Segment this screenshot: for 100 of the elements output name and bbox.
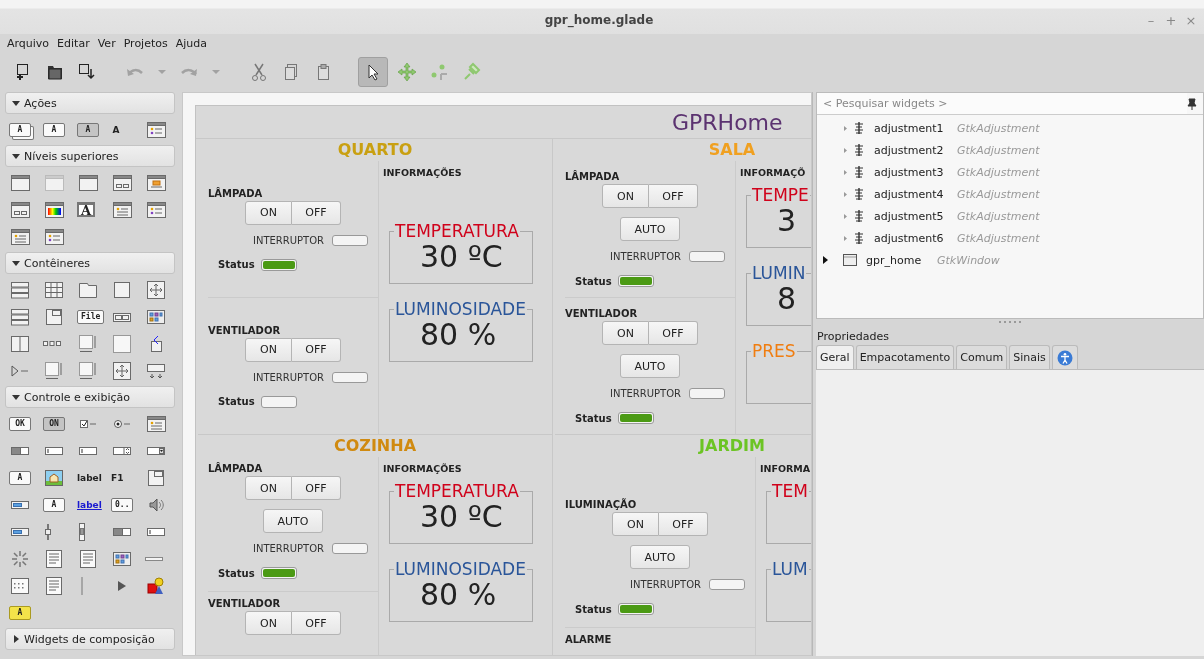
toggle-button[interactable]: ON bbox=[612, 512, 659, 536]
switch[interactable] bbox=[689, 251, 725, 262]
toggle-button[interactable]: OFF bbox=[659, 512, 708, 536]
widget-palette-button[interactable] bbox=[77, 332, 99, 355]
expanded-arrow-icon bbox=[12, 152, 20, 160]
widget-palette-button[interactable]: 0.. bbox=[111, 497, 134, 512]
toggle-button[interactable]: OFF bbox=[292, 611, 341, 635]
menu-item[interactable]: Projetos bbox=[120, 36, 171, 50]
widget-palette-button[interactable] bbox=[145, 574, 167, 597]
section-label: Controle e exibição bbox=[24, 390, 130, 404]
toggle-button[interactable]: OFF bbox=[649, 184, 698, 208]
palette-section-header[interactable]: Níveis superiores bbox=[5, 145, 175, 167]
widget-palette-button[interactable]: A bbox=[77, 202, 95, 217]
tree-row[interactable]: adjustment1 GtkAdjustment bbox=[817, 117, 1203, 139]
toggle-button[interactable]: ON bbox=[602, 321, 649, 345]
palette-section-header[interactable]: Contêineres bbox=[5, 252, 175, 274]
widget-palette-button[interactable]: File bbox=[77, 309, 105, 324]
toggle-button[interactable]: OFF bbox=[292, 476, 341, 500]
toggle-button[interactable]: ON bbox=[245, 200, 292, 225]
device-label: LÂMPADA bbox=[208, 187, 264, 199]
widget-palette-button[interactable] bbox=[111, 359, 133, 382]
search-field[interactable]: < Pesquisar widgets > bbox=[817, 93, 1187, 114]
tree-row[interactable]: gpr_home GtkWindow bbox=[817, 249, 1203, 271]
palette-section-header[interactable]: Widgets de composição bbox=[5, 628, 175, 650]
room-title: JARDIM bbox=[697, 435, 766, 457]
widget-palette-button[interactable] bbox=[77, 359, 99, 382]
switch-label: INTERRUPTOR bbox=[252, 234, 324, 246]
menu-item[interactable]: Arquivo bbox=[4, 36, 53, 50]
adjustment-icon bbox=[852, 121, 866, 135]
widget-palette-button[interactable] bbox=[43, 359, 65, 382]
toggle-button[interactable]: ON bbox=[602, 184, 649, 208]
tab[interactable]: Geral bbox=[816, 345, 854, 369]
toggle-button[interactable]: ON bbox=[245, 337, 292, 362]
info-label: INFORMAÇÕ bbox=[740, 167, 807, 178]
widget-palette-button[interactable]: A bbox=[9, 470, 31, 485]
widget-palette-button[interactable]: A bbox=[43, 122, 65, 137]
widget-palette-button[interactable]: F1 bbox=[111, 466, 124, 489]
tab[interactable]: Empacotamento bbox=[855, 345, 955, 369]
widget-type: GtkAdjustment bbox=[957, 231, 1040, 245]
palette-section-header[interactable]: Ações bbox=[5, 92, 175, 114]
widget-palette-button[interactable]: OK bbox=[9, 416, 31, 431]
widget-icon bbox=[43, 359, 65, 382]
palette-section-header[interactable]: Controle e exibição bbox=[5, 386, 175, 408]
tree-row[interactable]: adjustment6 GtkAdjustment bbox=[817, 227, 1203, 249]
switch[interactable] bbox=[709, 579, 745, 590]
undo-icon bbox=[126, 67, 144, 77]
move-icon bbox=[396, 61, 418, 83]
tree-row[interactable]: adjustment4 GtkAdjustment bbox=[817, 183, 1203, 205]
widget-palette-button[interactable] bbox=[43, 547, 65, 570]
device-label: VENTILADOR bbox=[208, 598, 282, 609]
section-label: Ações bbox=[24, 96, 57, 110]
expanded-arrow-icon bbox=[12, 99, 20, 107]
widget-palette-button[interactable]: A bbox=[43, 497, 65, 512]
status-label: Status bbox=[218, 396, 255, 407]
switch[interactable] bbox=[332, 371, 368, 383]
widget-palette-button[interactable]: A bbox=[9, 122, 31, 137]
tree-row[interactable]: adjustment5 GtkAdjustment bbox=[817, 205, 1203, 227]
toggle-button[interactable]: OFF bbox=[649, 321, 698, 345]
reading-value: 30 ºC bbox=[420, 500, 504, 534]
tab[interactable]: Sinais bbox=[1009, 345, 1050, 369]
switch[interactable] bbox=[689, 388, 725, 399]
toggle-button[interactable]: OFF bbox=[292, 337, 341, 362]
widget-palette-button[interactable]: A bbox=[111, 118, 121, 141]
widget-palette-button[interactable]: ON bbox=[43, 416, 65, 431]
frame-label: TEMPE bbox=[751, 186, 810, 204]
widget-palette-button[interactable] bbox=[77, 547, 99, 570]
auto-button[interactable]: AUTO bbox=[630, 545, 690, 569]
widget-palette-button[interactable]: A bbox=[9, 605, 31, 620]
auto-button[interactable]: AUTO bbox=[620, 217, 680, 241]
auto-button[interactable]: AUTO bbox=[263, 509, 323, 533]
info-label: INFORMA bbox=[760, 463, 811, 474]
info-label: INFORMAÇÕES bbox=[383, 167, 463, 178]
toggle-button[interactable]: ON bbox=[245, 611, 292, 635]
widget-palette-button[interactable]: label bbox=[77, 466, 102, 489]
widget-palette-button[interactable] bbox=[43, 574, 65, 597]
widget-palette-button[interactable]: label bbox=[77, 493, 102, 516]
widget-palette-button[interactable] bbox=[77, 520, 87, 543]
menu-item[interactable]: Ver bbox=[94, 36, 119, 50]
frame-label: TEM bbox=[771, 482, 809, 500]
switch[interactable] bbox=[332, 234, 368, 246]
tree-row[interactable]: adjustment2 GtkAdjustment bbox=[817, 139, 1203, 161]
widget-palette-button[interactable] bbox=[145, 278, 167, 301]
toggle-button[interactable]: ON bbox=[245, 476, 292, 500]
menu-item[interactable]: Editar bbox=[54, 36, 93, 50]
auto-button[interactable]: AUTO bbox=[620, 354, 680, 378]
pointer-button[interactable] bbox=[358, 57, 388, 87]
menu-item[interactable]: Ajuda bbox=[172, 36, 210, 50]
widget-icon bbox=[44, 522, 52, 541]
switch[interactable] bbox=[332, 543, 368, 554]
widget-icon bbox=[111, 359, 133, 382]
toggle-button[interactable]: OFF bbox=[292, 200, 341, 225]
widget-palette-button[interactable]: A bbox=[77, 122, 99, 137]
status-label: Status bbox=[575, 603, 612, 615]
pane-handle-icon bbox=[998, 320, 1022, 324]
tab[interactable] bbox=[1051, 345, 1078, 369]
device-label: LÂMPADA bbox=[208, 463, 264, 474]
switch-label: INTERRUPTOR bbox=[252, 371, 324, 383]
tab[interactable]: Comum bbox=[956, 345, 1008, 369]
tree-row[interactable]: adjustment3 GtkAdjustment bbox=[817, 161, 1203, 183]
accessibility-icon bbox=[1056, 349, 1073, 366]
